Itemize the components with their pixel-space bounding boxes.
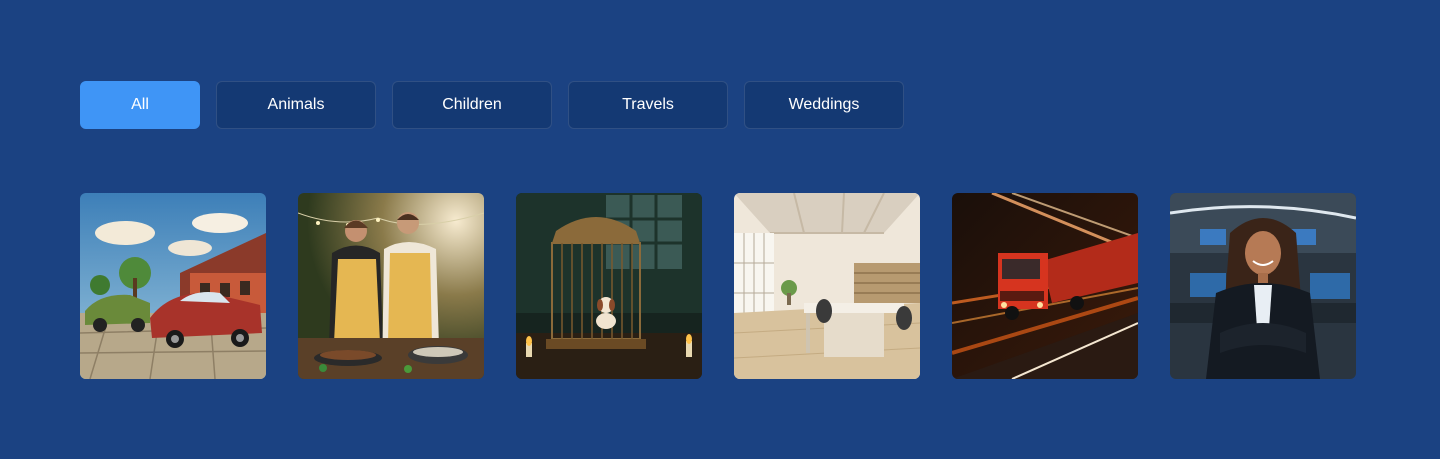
businesswoman-illustration	[1170, 193, 1356, 379]
gallery-image-vintage-cars[interactable]	[80, 193, 266, 379]
filter-animals-button[interactable]: Animals	[216, 81, 376, 129]
truck-night-illustration	[952, 193, 1138, 379]
gallery-image-businesswoman[interactable]	[1170, 193, 1356, 379]
filter-children-label: Children	[442, 96, 502, 113]
filter-animals-label: Animals	[267, 96, 325, 113]
filter-all-button[interactable]: All	[80, 81, 200, 129]
couple-cooking-illustration	[298, 193, 484, 379]
filter-weddings-label: Weddings	[788, 96, 860, 113]
office-interior-illustration	[734, 193, 920, 379]
gallery-image-couple-cooking[interactable]	[298, 193, 484, 379]
category-filter-bar: All Animals Children Travels Weddings	[80, 81, 904, 129]
filter-travels-label: Travels	[622, 96, 674, 113]
gallery-image-office-interior[interactable]	[734, 193, 920, 379]
filter-children-button[interactable]: Children	[392, 81, 552, 129]
image-gallery	[80, 193, 1356, 379]
filter-travels-button[interactable]: Travels	[568, 81, 728, 129]
vintage-cars-illustration	[80, 193, 266, 379]
gallery-image-truck-night[interactable]	[952, 193, 1138, 379]
puppy-cage-illustration	[516, 193, 702, 379]
gallery-image-puppy-cage[interactable]	[516, 193, 702, 379]
filter-weddings-button[interactable]: Weddings	[744, 81, 904, 129]
filter-all-label: All	[131, 96, 149, 113]
